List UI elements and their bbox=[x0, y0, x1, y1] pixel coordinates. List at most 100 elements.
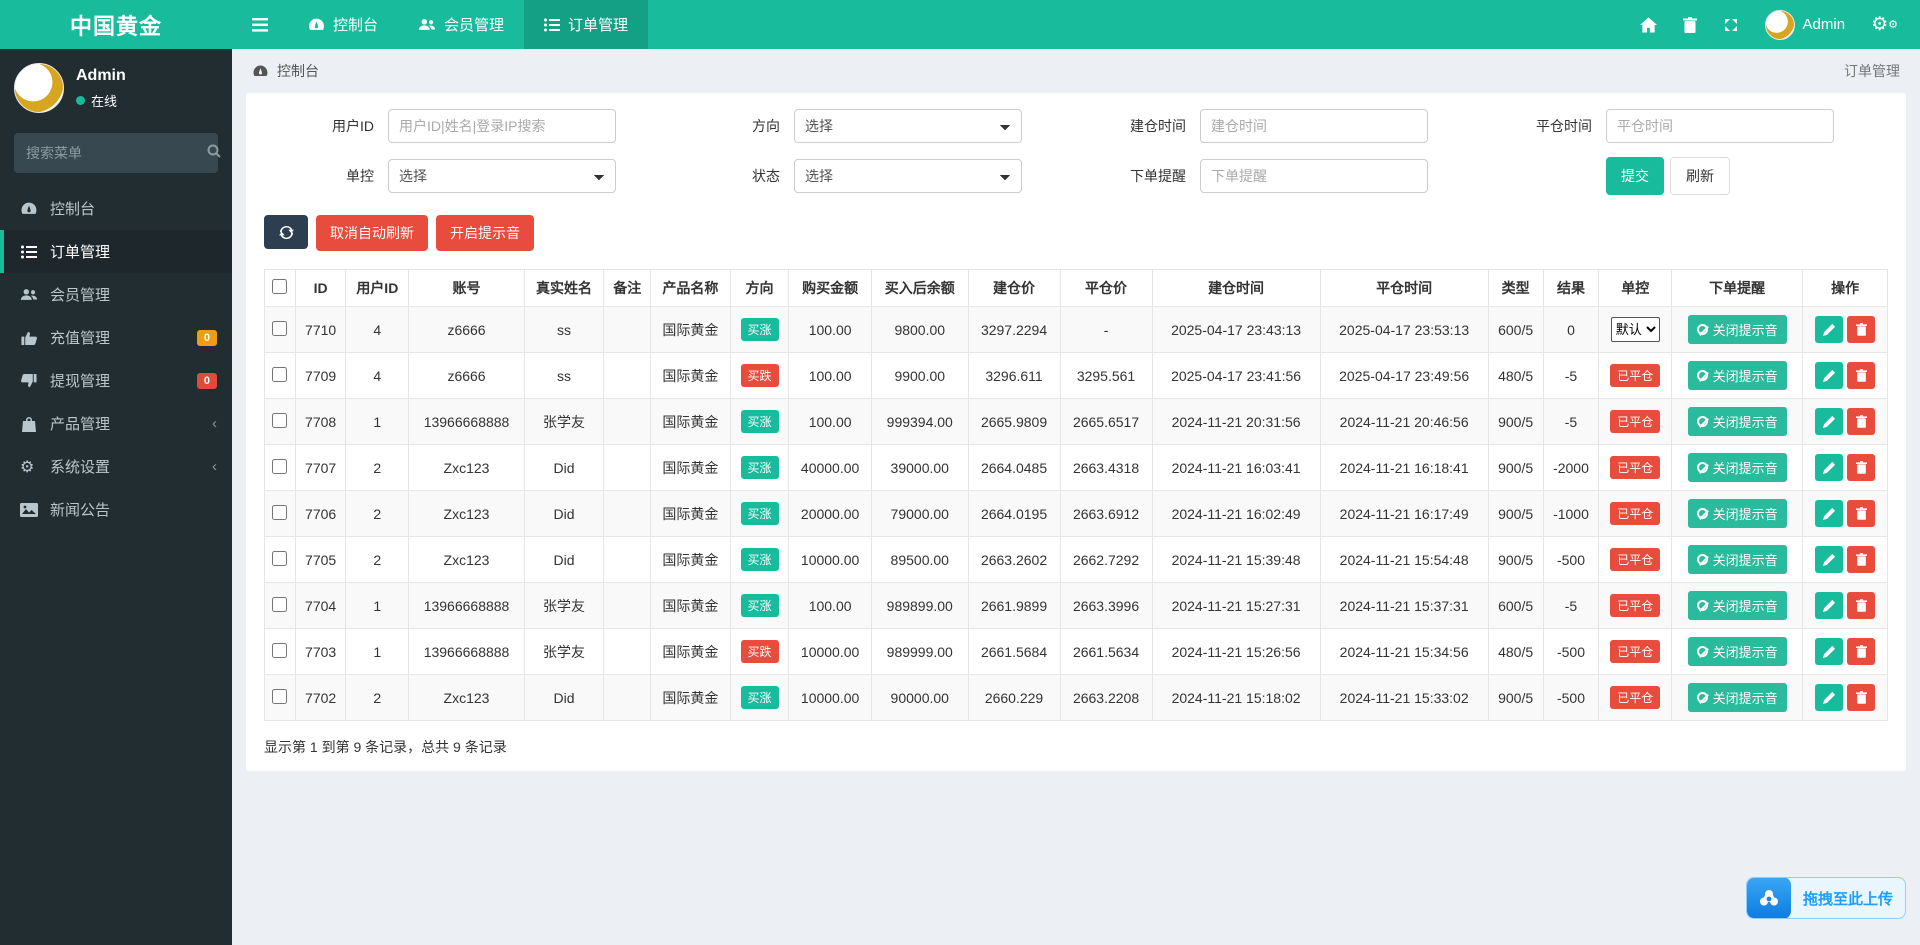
cell-control: 默认 bbox=[1598, 306, 1673, 353]
cell-result: -500 bbox=[1542, 536, 1600, 583]
delete-button[interactable] bbox=[1847, 592, 1876, 619]
close-sound-button[interactable]: 关闭提示音 bbox=[1687, 407, 1787, 436]
row-checkbox[interactable] bbox=[272, 550, 288, 566]
nav-tab-dashboard[interactable]: 控制台 bbox=[288, 0, 398, 49]
settings-gears-icon[interactable]: ⚙ ⚙ bbox=[1871, 13, 1898, 36]
sidebar-item-news[interactable]: 新闻公告 bbox=[0, 488, 232, 531]
filter-remind-input[interactable] bbox=[1200, 159, 1428, 193]
cancel-auto-refresh-button[interactable]: 取消自动刷新 bbox=[316, 215, 428, 251]
sidebar-item-recharge[interactable]: 充值管理 0 bbox=[0, 316, 232, 359]
cell-balance-after: 79000.00 bbox=[870, 490, 969, 537]
sidebar-item-orders[interactable]: 订单管理 bbox=[0, 230, 232, 273]
select-all-checkbox[interactable] bbox=[272, 279, 288, 294]
delete-button[interactable] bbox=[1847, 362, 1876, 389]
cell-result: -500 bbox=[1542, 628, 1600, 675]
table-row: 7704 1 13966668888 张学友 国际黄金 买涨 100.00 989899.00… bbox=[264, 582, 1888, 629]
sidebar-search bbox=[14, 133, 221, 173]
close-sound-button[interactable]: 关闭提示音 bbox=[1687, 591, 1787, 620]
user-menu[interactable]: Admin bbox=[1764, 9, 1845, 40]
cell-account: 13966668888 bbox=[408, 582, 525, 629]
delete-button[interactable] bbox=[1847, 454, 1876, 481]
edit-button[interactable] bbox=[1815, 454, 1844, 481]
edit-button[interactable] bbox=[1815, 316, 1844, 343]
sidebar-item-withdraw[interactable]: 提现管理 0 bbox=[0, 359, 232, 402]
nav-tab-members[interactable]: 会员管理 bbox=[398, 0, 524, 49]
reload-button[interactable] bbox=[264, 215, 308, 249]
trash-icon[interactable] bbox=[1682, 16, 1697, 33]
submit-button[interactable]: 提交 bbox=[1606, 157, 1664, 195]
cell-control: 已平仓 bbox=[1598, 398, 1673, 445]
row-checkbox[interactable] bbox=[272, 458, 288, 474]
edit-button[interactable] bbox=[1815, 592, 1844, 619]
refresh-button[interactable]: 刷新 bbox=[1670, 157, 1730, 195]
sidebar-toggle-button[interactable] bbox=[232, 0, 288, 49]
search-icon[interactable] bbox=[207, 144, 221, 163]
row-checkbox[interactable] bbox=[272, 596, 288, 612]
delete-button[interactable] bbox=[1847, 408, 1876, 435]
cell-id: 7703 bbox=[294, 628, 347, 675]
control-select[interactable]: 默认 bbox=[1610, 317, 1660, 342]
cloud-upload-icon bbox=[1746, 878, 1791, 918]
filter-close-time-input[interactable] bbox=[1606, 109, 1834, 143]
drag-upload-widget[interactable]: 拖拽至此上传 bbox=[1745, 877, 1906, 919]
delete-button[interactable] bbox=[1847, 638, 1876, 665]
enable-sound-button[interactable]: 开启提示音 bbox=[436, 215, 534, 251]
close-sound-button[interactable]: 关闭提示音 bbox=[1687, 361, 1787, 390]
shopping-bag-icon bbox=[22, 416, 36, 432]
nav-tab-orders[interactable]: 订单管理 bbox=[524, 0, 649, 49]
delete-button[interactable] bbox=[1847, 316, 1876, 343]
cell-remark bbox=[603, 582, 651, 629]
close-sound-button[interactable]: 关闭提示音 bbox=[1687, 315, 1787, 344]
cell-id: 7704 bbox=[294, 582, 347, 629]
row-select-cell bbox=[264, 444, 296, 491]
chevron-left-icon: ‹ bbox=[212, 415, 217, 432]
filter-direction-select[interactable]: 选择 bbox=[794, 109, 1022, 143]
direction-up-badge: 买涨 bbox=[740, 456, 779, 479]
close-sound-button[interactable]: 关闭提示音 bbox=[1687, 545, 1787, 574]
fullscreen-icon[interactable] bbox=[1723, 17, 1739, 33]
close-sound-button[interactable]: 关闭提示音 bbox=[1687, 637, 1787, 666]
cell-close-time: 2025-04-17 23:49:56 bbox=[1319, 352, 1489, 399]
row-checkbox[interactable] bbox=[272, 412, 288, 428]
row-checkbox[interactable] bbox=[272, 504, 288, 520]
close-sound-button[interactable]: 关闭提示音 bbox=[1687, 499, 1787, 528]
filter-status-select[interactable]: 选择 bbox=[794, 159, 1022, 193]
trash-icon bbox=[1855, 507, 1867, 520]
row-checkbox[interactable] bbox=[272, 688, 288, 704]
filter-open-time-input[interactable] bbox=[1200, 109, 1428, 143]
sidebar-item-products[interactable]: 产品管理 ‹ bbox=[0, 402, 232, 445]
users-icon bbox=[418, 17, 436, 32]
cell-amount: 100.00 bbox=[788, 582, 872, 629]
cell-direction: 买涨 bbox=[729, 536, 790, 583]
sidebar-item-dashboard[interactable]: 控制台 bbox=[0, 187, 232, 230]
sidebar-search-input[interactable] bbox=[26, 145, 207, 161]
order-table-body: 7710 4 z6666 ss 国际黄金 买涨 100.00 9800.00 3297.2294… bbox=[264, 306, 1888, 721]
edit-button[interactable] bbox=[1815, 362, 1844, 389]
closed-badge: 已平仓 bbox=[1610, 364, 1661, 387]
row-checkbox[interactable] bbox=[272, 366, 288, 382]
cell-user-id: 2 bbox=[345, 674, 410, 721]
close-sound-button[interactable]: 关闭提示音 bbox=[1687, 683, 1787, 712]
table-header-row: ID 用户ID 账号 真实姓名 备注 产品名称 方向 购买金额 买入后余额 建仓价 平仓价 建仓时间平… bbox=[264, 269, 1888, 307]
edit-button[interactable] bbox=[1815, 684, 1844, 711]
cell-result: -5 bbox=[1542, 398, 1600, 445]
edit-button[interactable] bbox=[1815, 546, 1844, 573]
delete-button[interactable] bbox=[1847, 500, 1876, 527]
mute-ring-icon bbox=[1696, 324, 1708, 335]
edit-button[interactable] bbox=[1815, 408, 1844, 435]
row-checkbox[interactable] bbox=[272, 642, 288, 658]
sidebar-item-settings[interactable]: ⚙ 系统设置 ‹ bbox=[0, 445, 232, 488]
home-icon[interactable] bbox=[1639, 16, 1657, 33]
cell-real-name: Did bbox=[523, 444, 605, 491]
cell-real-name: Did bbox=[523, 536, 605, 583]
delete-button[interactable] bbox=[1847, 546, 1876, 573]
edit-button[interactable] bbox=[1815, 638, 1844, 665]
row-checkbox[interactable] bbox=[272, 320, 288, 336]
delete-button[interactable] bbox=[1847, 684, 1876, 711]
edit-button[interactable] bbox=[1815, 500, 1844, 527]
close-sound-button[interactable]: 关闭提示音 bbox=[1687, 453, 1787, 482]
filter-user-id-input[interactable] bbox=[388, 109, 616, 143]
sidebar-item-members[interactable]: 会员管理 bbox=[0, 273, 232, 316]
cell-remark bbox=[603, 628, 651, 675]
filter-control-select[interactable]: 选择 bbox=[388, 159, 616, 193]
